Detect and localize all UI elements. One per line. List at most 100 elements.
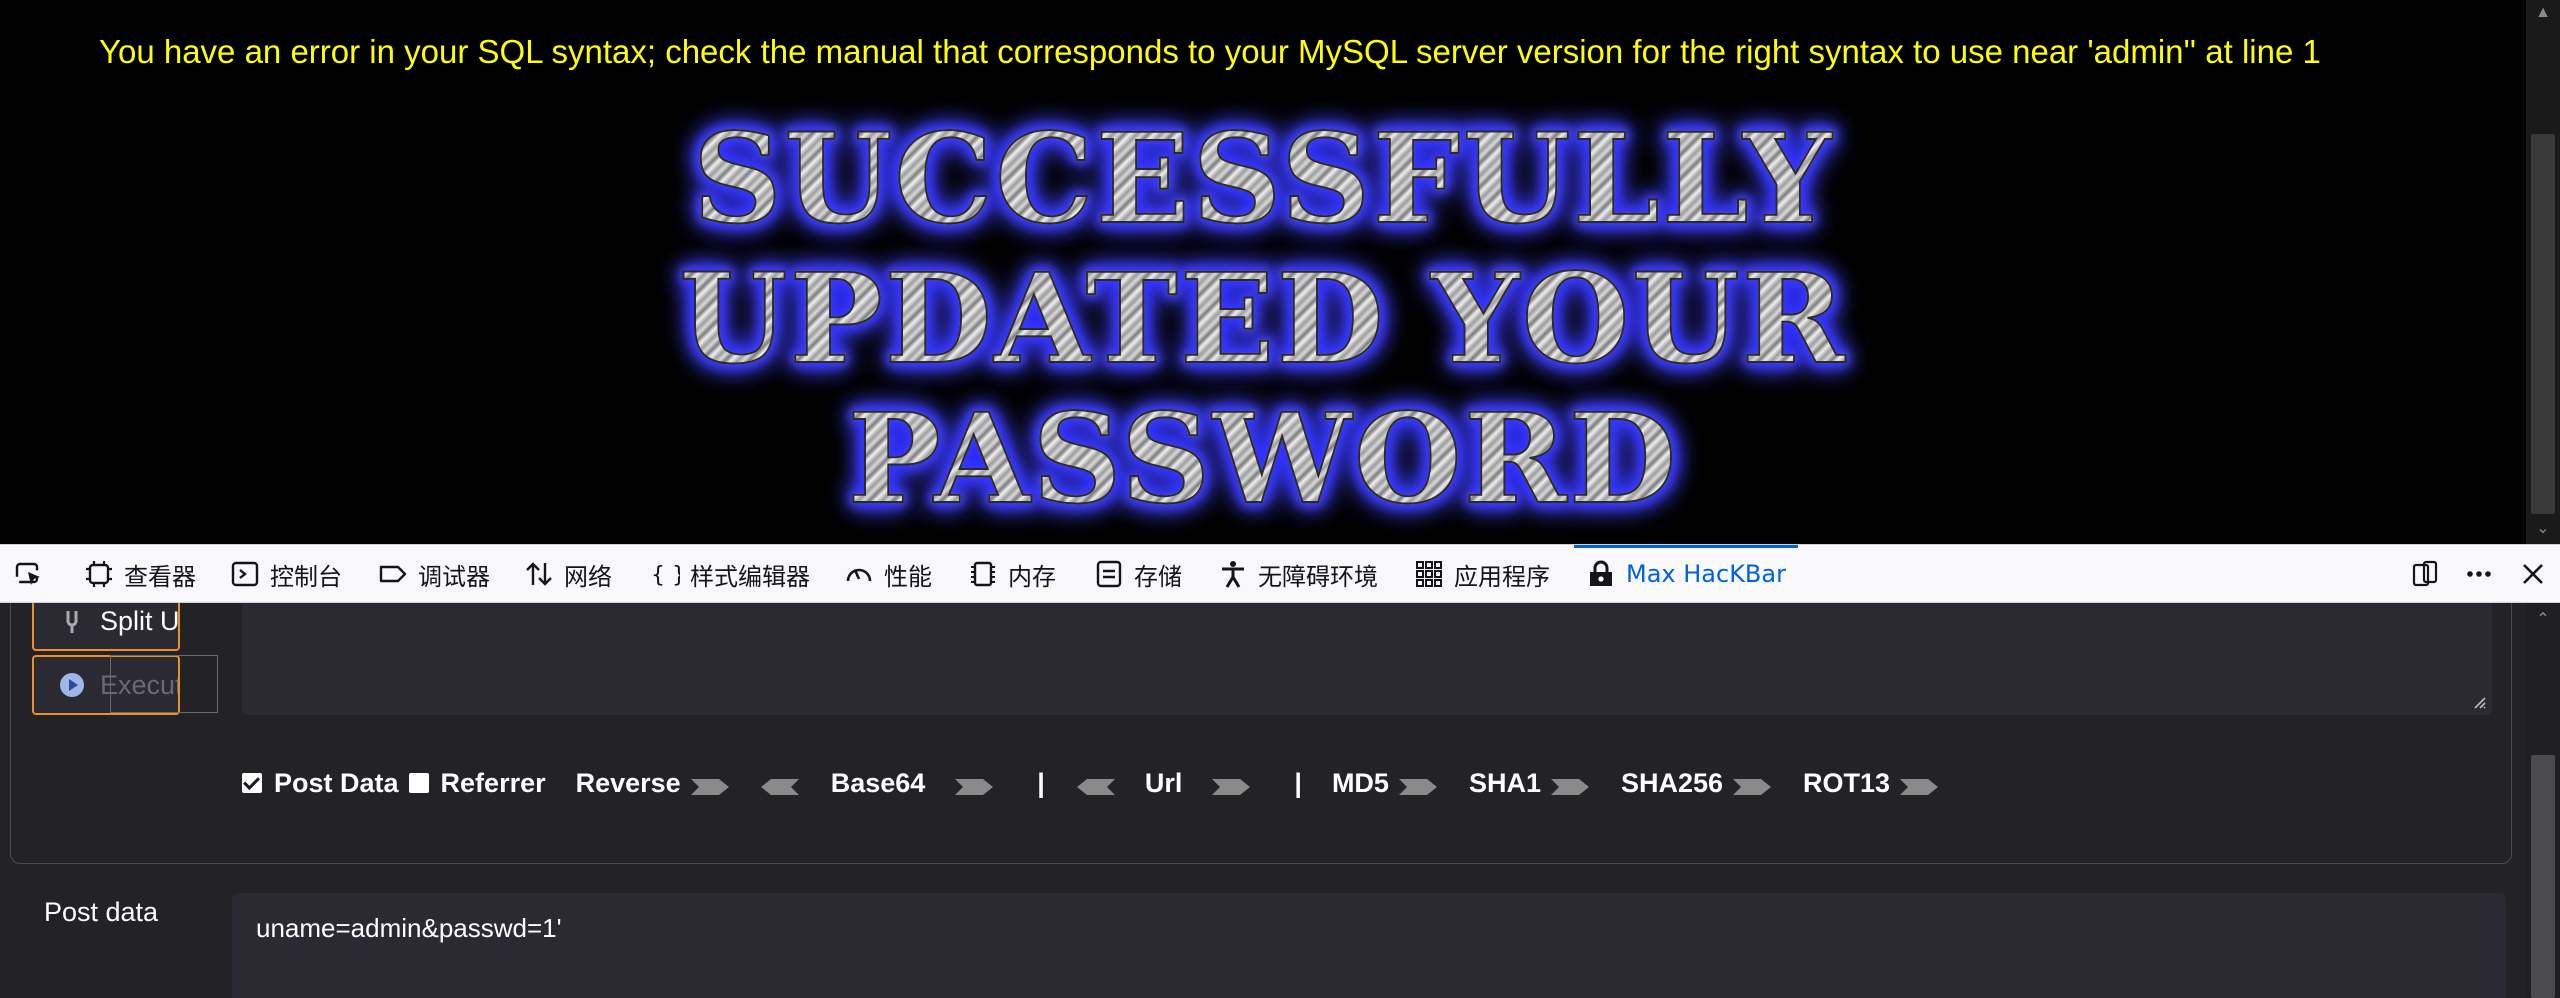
md5-option[interactable]: MD5 xyxy=(1332,768,1439,799)
sha1-arrow-icon[interactable] xyxy=(1549,773,1591,795)
referrer-option[interactable]: Referrer xyxy=(408,767,546,799)
tab-storage[interactable]: 存储 xyxy=(1094,545,1182,603)
devtools-toolbar: 查看器 控制台 调试器 网络 { } 样式编辑器 xyxy=(0,544,2560,603)
execute-play-icon xyxy=(58,671,86,699)
tab-label-network: 网络 xyxy=(564,562,612,591)
browser-window: You have an error in your SQL syntax; ch… xyxy=(0,0,2560,998)
reverse-apply-arrow-icon[interactable] xyxy=(689,773,731,795)
accessibility-icon xyxy=(1218,559,1248,589)
post-data-label: Post Data xyxy=(274,767,399,798)
scroll-down-arrow-icon[interactable]: ⌄ xyxy=(2534,520,2552,538)
scroll-up-arrow-icon[interactable]: ▲ xyxy=(2534,4,2552,22)
split-url-label: Split URL xyxy=(100,605,180,636)
tab-network[interactable]: 网络 xyxy=(524,545,612,603)
rot13-label: ROT13 xyxy=(1803,767,1891,798)
post-data-option[interactable]: Post Data xyxy=(242,768,399,799)
reverse-label: Reverse xyxy=(575,767,681,798)
url-decode-arrow-icon[interactable] xyxy=(1075,773,1117,795)
banner-line-1: SUCCESSFULLY xyxy=(0,109,2526,251)
sha256-arrow-icon[interactable] xyxy=(1731,773,1773,795)
tab-label-storage: 存储 xyxy=(1134,562,1182,591)
reverse-option[interactable]: Reverse xyxy=(576,768,801,799)
tab-debugger[interactable]: 调试器 xyxy=(378,545,490,603)
tab-label-style-editor: 样式编辑器 xyxy=(690,562,810,591)
split-url-icon xyxy=(58,607,86,635)
post-data-value: uname=admin&passwd=1' xyxy=(256,913,562,943)
tab-performance[interactable]: 性能 xyxy=(844,545,932,603)
sql-error-message: You have an error in your SQL syntax; ch… xyxy=(99,33,2321,70)
hackbar-lock-icon xyxy=(1586,559,1616,589)
separator-1: | xyxy=(1037,767,1045,798)
storage-icon xyxy=(1094,559,1124,589)
url-label: Url xyxy=(1144,767,1183,798)
url-textarea[interactable] xyxy=(242,603,2492,715)
split-url-button[interactable]: Split URL xyxy=(32,603,180,651)
post-data-checkbox[interactable] xyxy=(242,773,262,793)
console-icon xyxy=(230,559,260,589)
hackbar-scrollbar-thumb[interactable] xyxy=(2531,755,2555,998)
web-page-content: You have an error in your SQL syntax; ch… xyxy=(0,0,2526,544)
network-icon xyxy=(524,559,554,589)
sha256-option[interactable]: SHA256 xyxy=(1621,768,1773,799)
tab-label-performance: 性能 xyxy=(884,562,932,591)
md5-label: MD5 xyxy=(1331,767,1389,798)
tab-inspector[interactable]: 查看器 xyxy=(84,545,196,603)
hackbar-scrollbar[interactable]: ⌃ xyxy=(2526,603,2560,998)
inspector-icon xyxy=(84,559,114,589)
memory-icon xyxy=(968,559,998,589)
base64-encode-arrow-icon[interactable] xyxy=(953,773,995,795)
separator-2: | xyxy=(1294,767,1302,798)
hackbar-scroll-up-icon[interactable]: ⌃ xyxy=(2534,609,2552,628)
sha1-label: SHA1 xyxy=(1468,767,1541,798)
url-encode-arrow-icon[interactable] xyxy=(1210,773,1252,795)
md5-arrow-icon[interactable] xyxy=(1397,773,1439,795)
debugger-icon xyxy=(378,559,408,589)
base64-label: Base64 xyxy=(830,767,926,798)
element-picker-icon xyxy=(14,559,44,589)
referrer-checkbox[interactable] xyxy=(408,773,429,793)
post-data-field-label: Post data xyxy=(44,897,159,927)
style-editor-icon: { } xyxy=(650,559,686,589)
url-option[interactable]: Url xyxy=(1075,768,1253,799)
banner-line-3: PASSWORD xyxy=(0,389,2526,531)
close-icon xyxy=(2518,559,2548,589)
tab-max-hackbar[interactable]: Max HacKBar xyxy=(1574,545,1798,603)
tab-label-inspector: 查看器 xyxy=(124,562,196,591)
tab-application[interactable]: 应用程序 xyxy=(1414,545,1550,603)
sha256-label: SHA256 xyxy=(1620,767,1724,798)
referrer-label: Referrer xyxy=(440,767,546,798)
tab-label-max-hackbar: Max HacKBar xyxy=(1626,560,1786,588)
tab-label-application: 应用程序 xyxy=(1454,562,1550,591)
tab-label-console: 控制台 xyxy=(270,562,342,591)
sha1-option[interactable]: SHA1 xyxy=(1469,768,1591,799)
page-scrollbar-thumb[interactable] xyxy=(2531,134,2555,514)
tab-memory[interactable]: 内存 xyxy=(968,545,1056,603)
tab-label-debugger: 调试器 xyxy=(418,562,490,591)
dock-side-icon xyxy=(2410,559,2440,589)
rot13-option[interactable]: ROT13 xyxy=(1803,768,1940,799)
banner-line-2: UPDATED YOUR xyxy=(0,249,2526,391)
element-picker-button[interactable] xyxy=(14,545,54,603)
tab-console[interactable]: 控制台 xyxy=(230,545,342,603)
success-banner-image: SUCCESSFULLY UPDATED YOUR PASSWORD xyxy=(0,109,2526,540)
hackbar-options-row: Post Data Referrer Reverse Base64 | Url … xyxy=(242,761,1970,805)
dock-side-button[interactable] xyxy=(2410,545,2450,603)
more-options-button[interactable] xyxy=(2464,545,2504,603)
post-data-textarea[interactable]: uname=admin&passwd=1' xyxy=(232,893,2506,998)
base64-option[interactable]: Base64 xyxy=(831,768,996,799)
resize-grip-icon[interactable] xyxy=(2472,695,2486,709)
close-devtools-button[interactable] xyxy=(2518,545,2558,603)
tab-accessibility[interactable]: 无障碍环境 xyxy=(1218,545,1378,603)
tab-label-accessibility: 无障碍环境 xyxy=(1258,562,1378,591)
performance-icon xyxy=(844,559,874,589)
application-icon xyxy=(1414,559,1444,589)
rot13-arrow-icon[interactable] xyxy=(1898,773,1940,795)
tab-label-memory: 内存 xyxy=(1008,562,1056,591)
more-options-icon xyxy=(2464,559,2494,589)
reverse-undo-arrow-icon[interactable] xyxy=(759,773,801,795)
hackbar-panel: Split URL Execution Post Data Referrer xyxy=(0,603,2526,998)
tab-style-editor[interactable]: { } 样式编辑器 xyxy=(650,545,810,603)
page-scrollbar[interactable]: ▲ ⌄ xyxy=(2526,0,2560,544)
execution-focus-outline xyxy=(110,655,218,713)
svg-text:{ }: { } xyxy=(651,563,680,588)
